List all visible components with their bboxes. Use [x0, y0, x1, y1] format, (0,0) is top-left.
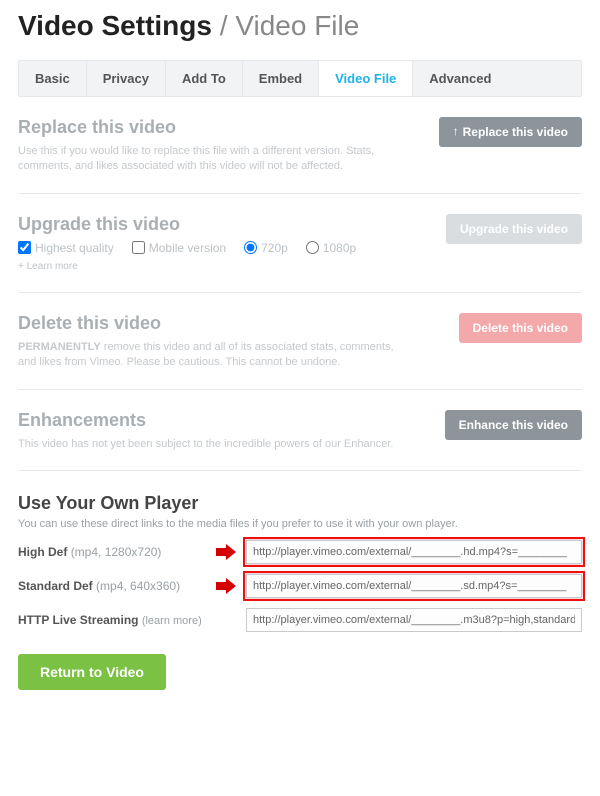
opt-1080p[interactable]: 1080p — [306, 241, 356, 255]
checkbox-mobile[interactable] — [132, 241, 145, 254]
row-high-def: High Def (mp4, 1280x720) — [18, 540, 582, 564]
label-hls: HTTP Live Streaming (learn more) — [18, 613, 208, 627]
own-player-heading: Use Your Own Player — [18, 493, 582, 514]
delete-desc: PERMANENTLY remove this video and all of… — [18, 340, 398, 371]
upgrade-button[interactable]: Upgrade this video — [446, 214, 582, 244]
section-own-player: Use Your Own Player You can use these di… — [18, 471, 582, 632]
radio-720p[interactable] — [244, 241, 257, 254]
page-title-main: Video Settings — [18, 10, 212, 41]
replace-heading: Replace this video — [18, 117, 423, 138]
opt-mobile[interactable]: Mobile version — [132, 241, 226, 255]
input-high-def-url[interactable] — [246, 540, 582, 564]
enhance-button[interactable]: Enhance this video — [445, 410, 582, 440]
delete-button[interactable]: Delete this video — [459, 313, 582, 343]
upgrade-heading: Upgrade this video — [18, 214, 430, 235]
opt-720p[interactable]: 720p — [244, 241, 288, 255]
tab-privacy[interactable]: Privacy — [87, 61, 166, 96]
enhance-desc: This video has not yet been subject to t… — [18, 437, 398, 452]
tab-embed[interactable]: Embed — [243, 61, 319, 96]
own-player-desc: You can use these direct links to the me… — [18, 518, 582, 530]
opt-highest[interactable]: Highest quality — [18, 241, 114, 255]
label-standard-def: Standard Def (mp4, 640x360) — [18, 579, 208, 593]
tab-video-file[interactable]: Video File — [319, 61, 413, 96]
arrow-icon — [216, 544, 238, 560]
tab-advanced[interactable]: Advanced — [413, 61, 507, 96]
page-title: Video Settings / Video File — [18, 10, 582, 42]
upgrade-learn-more[interactable]: + Learn more — [18, 261, 78, 272]
replace-desc: Use this if you would like to replace th… — [18, 144, 398, 175]
section-upgrade: Upgrade this video Highest quality Mobil… — [18, 194, 582, 293]
delete-heading: Delete this video — [18, 313, 443, 334]
page-title-sub: Video File — [235, 10, 359, 41]
row-standard-def: Standard Def (mp4, 640x360) — [18, 574, 582, 598]
label-high-def: High Def (mp4, 1280x720) — [18, 545, 208, 559]
upload-icon: ↑ — [453, 124, 459, 138]
replace-button[interactable]: ↑ Replace this video — [439, 117, 582, 147]
arrow-icon — [216, 578, 238, 594]
section-delete: Delete this video PERMANENTLY remove thi… — [18, 293, 582, 390]
input-standard-def-url[interactable] — [246, 574, 582, 598]
settings-tabs: Basic Privacy Add To Embed Video File Ad… — [18, 60, 582, 97]
hls-learn-more[interactable]: (learn more) — [142, 615, 202, 627]
radio-1080p[interactable] — [306, 241, 319, 254]
upgrade-options: Highest quality Mobile version 720p 1080… — [18, 241, 430, 255]
row-hls: HTTP Live Streaming (learn more) — [18, 608, 582, 632]
return-button[interactable]: Return to Video — [18, 654, 166, 690]
section-replace: Replace this video Use this if you would… — [18, 97, 582, 194]
replace-button-label: Replace this video — [463, 125, 568, 139]
checkbox-highest[interactable] — [18, 241, 31, 254]
section-enhance: Enhancements This video has not yet been… — [18, 390, 582, 471]
tab-addto[interactable]: Add To — [166, 61, 243, 96]
input-hls-url[interactable] — [246, 608, 582, 632]
enhance-heading: Enhancements — [18, 410, 429, 431]
delete-perm: PERMANENTLY — [18, 341, 101, 353]
tab-basic[interactable]: Basic — [19, 61, 87, 96]
page-title-separator: / — [220, 10, 228, 41]
